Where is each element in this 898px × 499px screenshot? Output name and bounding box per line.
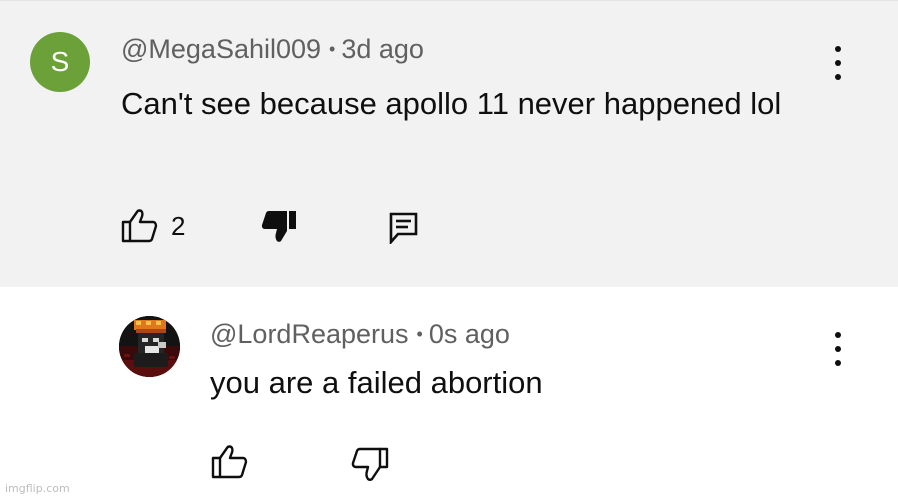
comment-meta: @MegaSahil009 • 3d ago [121,32,424,66]
thumbs-down-outline-icon [351,447,389,481]
reply-button[interactable] [389,212,419,244]
avatar[interactable]: S [30,32,90,92]
meta-separator: • [329,39,336,59]
avatar-initial: S [50,46,70,77]
reply-timestamp[interactable]: 0s ago [429,319,510,349]
reply-text: you are a failed abortion [210,365,543,400]
watermark: imgflip.com [5,482,70,495]
dislike-button[interactable] [260,208,298,244]
like-count: 2 [171,210,186,241]
reply-meta: @LordReaperus • 0s ago [210,317,510,351]
dislike-button[interactable] [351,446,389,482]
author-name[interactable]: @MegaSahil009 [121,34,321,64]
thumbs-up-outline-icon [211,445,248,479]
avatar[interactable] [119,316,180,377]
meta-separator: • [416,324,423,344]
comment-menu-button[interactable] [832,46,844,80]
comment-thread: S @MegaSahil009 • 3d ago Can't see because… [0,0,898,499]
like-button[interactable] [211,444,249,480]
comment-text: Can't see because apollo 11 never happen… [121,86,782,121]
comment-reply-icon [389,212,418,244]
profile-picture-icon [119,316,180,377]
thumbs-up-outline-icon [121,209,158,243]
thumbs-down-filled-icon [261,211,296,242]
like-button[interactable]: 2 [121,208,185,244]
vertical-ellipsis-icon [835,332,841,338]
author-name[interactable]: @LordReaperus [210,319,409,349]
reply-card: @LordReaperus • 0s ago you are a failed ab… [0,287,898,499]
comment-timestamp[interactable]: 3d ago [341,34,424,64]
comment-card: S @MegaSahil009 • 3d ago Can't see because… [0,0,898,287]
vertical-ellipsis-icon [835,46,841,52]
reply-menu-button[interactable] [832,332,844,366]
